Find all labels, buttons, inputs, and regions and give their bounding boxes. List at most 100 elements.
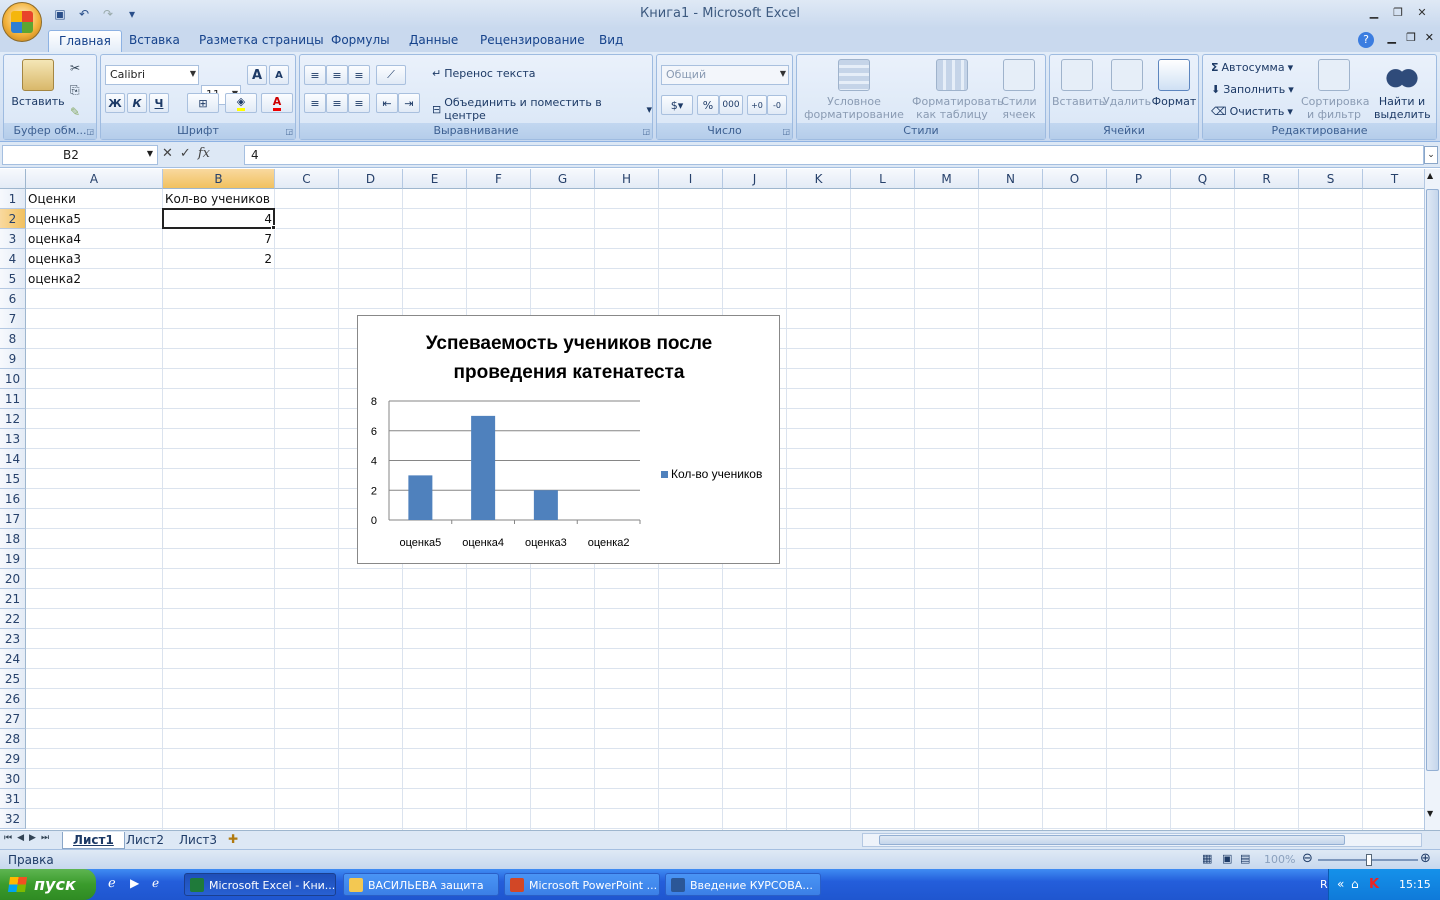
cell-A4[interactable]: оценка3: [28, 249, 160, 269]
vertical-scroll-thumb[interactable]: [1426, 189, 1439, 771]
row-header-28[interactable]: 28: [0, 729, 26, 749]
row-header-26[interactable]: 26: [0, 689, 26, 709]
sort-filter-button[interactable]: Сортировка и фильтр: [1299, 59, 1370, 121]
number-format-combo[interactable]: Общий ▼: [661, 65, 789, 85]
column-header-A[interactable]: A: [26, 169, 163, 189]
row-header-13[interactable]: 13: [0, 429, 26, 449]
delete-cells-button[interactable]: Удалить: [1102, 59, 1152, 108]
row-header-20[interactable]: 20: [0, 569, 26, 589]
tab-home[interactable]: Главная: [48, 30, 122, 52]
zoom-slider-thumb[interactable]: [1366, 854, 1372, 866]
column-header-F[interactable]: F: [467, 169, 531, 189]
column-header-D[interactable]: D: [339, 169, 403, 189]
row-header-24[interactable]: 24: [0, 649, 26, 669]
taskbar-button-powerpoint[interactable]: Microsoft PowerPoint ...: [504, 873, 660, 896]
row-header-30[interactable]: 30: [0, 769, 26, 789]
fill-handle[interactable]: [271, 225, 276, 230]
restore-icon[interactable]: ❐: [1386, 3, 1410, 21]
taskbar-button-excel[interactable]: Microsoft Excel - Кни...: [184, 873, 336, 896]
taskbar-button-word[interactable]: Введение КУРСОВА...: [665, 873, 821, 896]
row-header-15[interactable]: 15: [0, 469, 26, 489]
ribbon-minimize-icon[interactable]: ▁: [1388, 31, 1396, 44]
number-launcher-icon[interactable]: ◲: [782, 127, 790, 136]
increase-indent-icon[interactable]: ⇥: [398, 93, 420, 113]
select-all-corner[interactable]: [0, 169, 26, 189]
row-header-11[interactable]: 11: [0, 389, 26, 409]
name-box[interactable]: B2 ▼: [2, 145, 158, 165]
font-color-button[interactable]: A: [261, 93, 293, 113]
column-header-I[interactable]: I: [659, 169, 723, 189]
column-header-J[interactable]: J: [723, 169, 787, 189]
font-name-combo[interactable]: Calibri ▼: [105, 65, 199, 85]
column-header-G[interactable]: G: [531, 169, 595, 189]
font-launcher-icon[interactable]: ◲: [285, 127, 293, 136]
borders-button[interactable]: ⊞: [187, 93, 219, 113]
antivirus-icon[interactable]: K: [1369, 869, 1379, 900]
decrease-decimal-icon[interactable]: -0: [767, 95, 787, 115]
merge-center-button[interactable]: ⊟ Объединить и поместить в центре ▾: [432, 96, 652, 122]
row-header-16[interactable]: 16: [0, 489, 26, 509]
horizontal-scrollbar[interactable]: [862, 833, 1422, 847]
column-header-K[interactable]: K: [787, 169, 851, 189]
scroll-down-icon[interactable]: ▼: [1427, 809, 1433, 818]
shrink-font-button[interactable]: A: [269, 65, 289, 85]
insert-cells-button[interactable]: Вставить: [1052, 59, 1105, 108]
column-header-P[interactable]: P: [1107, 169, 1171, 189]
alignment-launcher-icon[interactable]: ◲: [642, 127, 650, 136]
office-button[interactable]: [2, 2, 42, 42]
bold-button[interactable]: Ж: [105, 93, 125, 113]
column-header-T[interactable]: T: [1363, 169, 1424, 189]
row-header-6[interactable]: 6: [0, 289, 26, 309]
row-header-9[interactable]: 9: [0, 349, 26, 369]
row-header-8[interactable]: 8: [0, 329, 26, 349]
enter-icon[interactable]: ✓: [180, 146, 191, 161]
percent-button[interactable]: %: [697, 95, 719, 115]
page-layout-view-icon[interactable]: ▣: [1222, 852, 1232, 865]
cell-A1[interactable]: Оценки: [28, 189, 160, 209]
row-header-1[interactable]: 1: [0, 189, 26, 209]
normal-view-icon[interactable]: ▦: [1202, 852, 1212, 865]
quicklaunch-icon[interactable]: ℯ: [152, 876, 159, 890]
vertical-scrollbar[interactable]: ▲ ▼: [1424, 169, 1440, 830]
row-header-12[interactable]: 12: [0, 409, 26, 429]
conditional-formatting-button[interactable]: Условное форматирование: [799, 59, 909, 121]
tab-page-layout[interactable]: Разметка страницы: [189, 30, 334, 52]
row-header-23[interactable]: 23: [0, 629, 26, 649]
row-header-14[interactable]: 14: [0, 449, 26, 469]
insert-function-button[interactable]: fx: [198, 146, 210, 161]
cell-styles-button[interactable]: Стили ячеек: [995, 59, 1043, 121]
column-header-B[interactable]: B: [163, 169, 275, 189]
row-header-3[interactable]: 3: [0, 229, 26, 249]
clear-button[interactable]: ⌫ Очистить ▾: [1211, 105, 1293, 118]
column-header-N[interactable]: N: [979, 169, 1043, 189]
format-cells-button[interactable]: Формат: [1150, 59, 1198, 108]
start-button[interactable]: пуск: [0, 869, 96, 900]
column-header-M[interactable]: M: [915, 169, 979, 189]
zoom-level[interactable]: 100%: [1264, 853, 1295, 866]
expand-formula-icon[interactable]: ⌄: [1424, 146, 1438, 164]
autosum-button[interactable]: Σ Автосумма ▾: [1211, 61, 1293, 74]
scroll-up-icon[interactable]: ▲: [1427, 171, 1433, 180]
align-right-icon[interactable]: ≡: [348, 93, 370, 113]
insert-sheet-icon[interactable]: ✚: [228, 832, 238, 846]
cell-A2[interactable]: оценка5: [28, 209, 160, 229]
italic-button[interactable]: К: [127, 93, 147, 113]
row-header-21[interactable]: 21: [0, 589, 26, 609]
decrease-indent-icon[interactable]: ⇤: [376, 93, 398, 113]
copy-icon[interactable]: ⎘: [70, 83, 80, 98]
cell-A3[interactable]: оценка4: [28, 229, 160, 249]
sheet-tab-3[interactable]: Лист3: [169, 832, 227, 849]
increase-decimal-icon[interactable]: +0: [747, 95, 767, 115]
tray-expand-icon[interactable]: «: [1337, 869, 1344, 900]
row-header-2[interactable]: 2: [0, 209, 26, 229]
tab-formulas[interactable]: Формулы: [321, 30, 400, 52]
row-header-32[interactable]: 32: [0, 809, 26, 829]
row-header-5[interactable]: 5: [0, 269, 26, 289]
column-header-E[interactable]: E: [403, 169, 467, 189]
minimize-icon[interactable]: ▁: [1362, 3, 1386, 21]
cut-icon[interactable]: ✂: [70, 61, 80, 75]
row-header-7[interactable]: 7: [0, 309, 26, 329]
tab-insert[interactable]: Вставка: [119, 30, 190, 52]
tab-data[interactable]: Данные: [399, 30, 468, 52]
format-as-table-button[interactable]: Форматировать как таблицу: [909, 59, 1004, 121]
